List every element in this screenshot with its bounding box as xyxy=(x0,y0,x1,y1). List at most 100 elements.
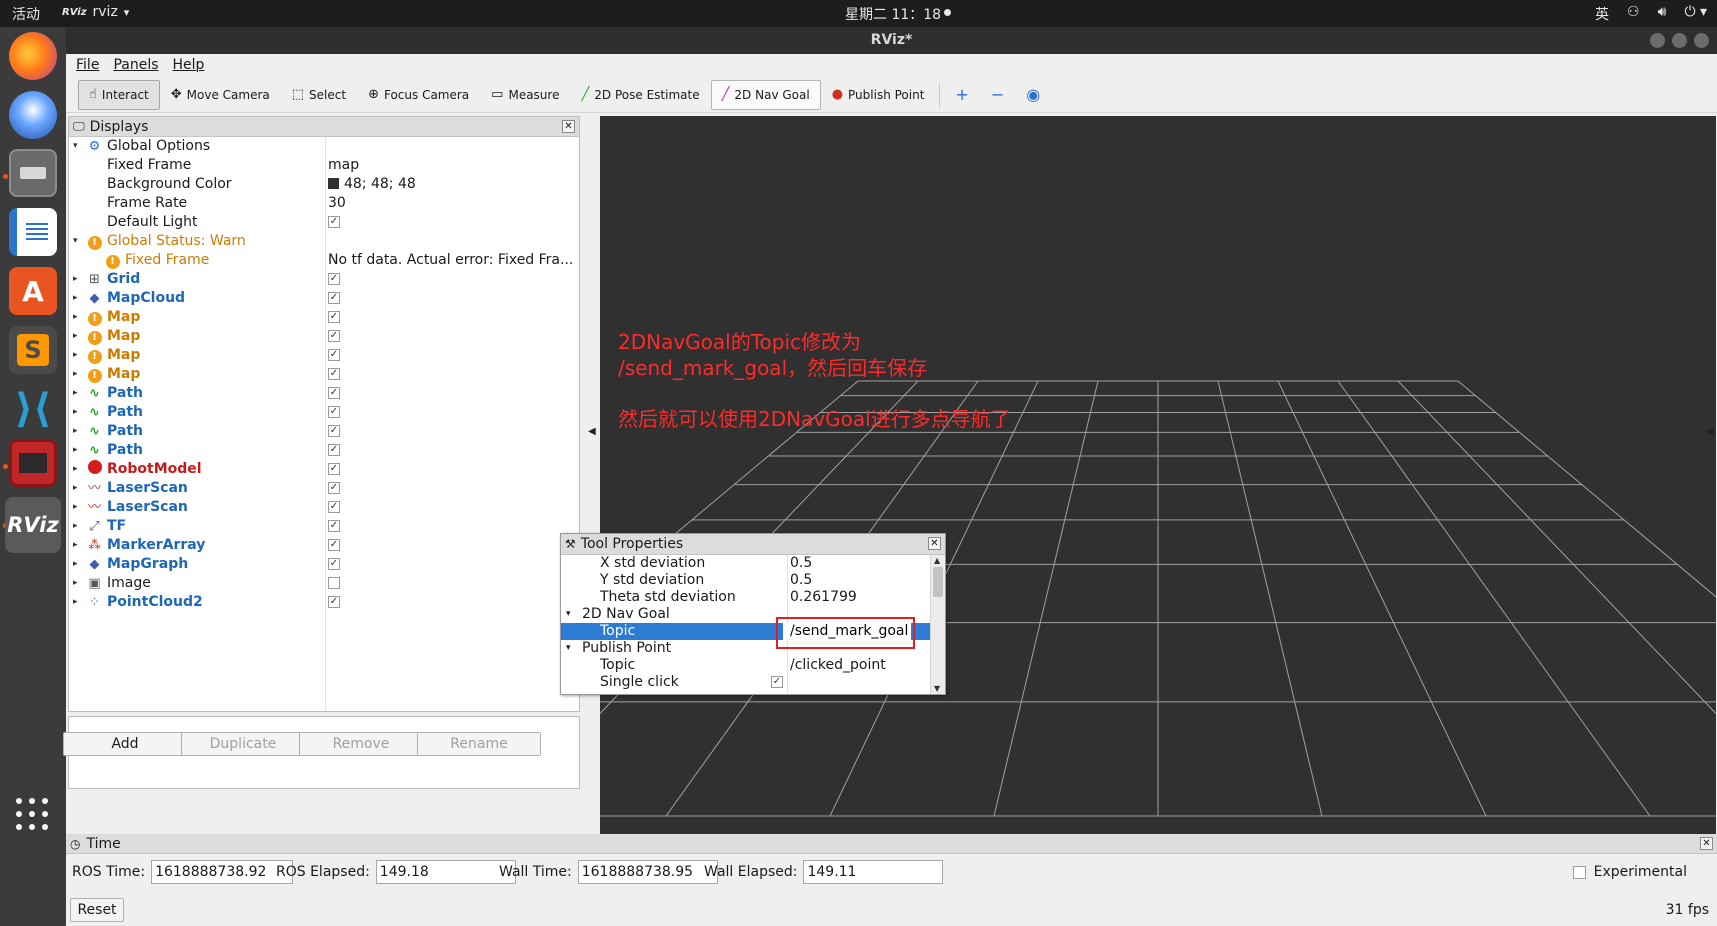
add-display-button[interactable]: Add xyxy=(63,732,187,756)
maximize-button[interactable] xyxy=(1672,33,1687,48)
close-icon[interactable]: ✕ xyxy=(1700,837,1713,850)
display-row[interactable]: Fixed Frame map xyxy=(69,156,579,175)
single-click-checkbox[interactable]: ✓ xyxy=(771,676,783,688)
scroll-down-icon[interactable]: ▼ xyxy=(934,684,940,693)
display-row[interactable]: Background Color 48; 48; 48 xyxy=(69,175,579,194)
close-button[interactable] xyxy=(1694,33,1709,48)
collapse-arrow-icon[interactable]: ▸ xyxy=(73,365,78,384)
display-row[interactable]: ▸! Map ✓ xyxy=(69,346,579,365)
display-row-value[interactable]: 30 xyxy=(328,194,346,213)
menu-panels[interactable]: Panels xyxy=(113,54,158,76)
collapse-right-icon[interactable]: ◀ xyxy=(1706,426,1714,437)
display-row[interactable]: Default Light ✓ xyxy=(69,213,579,232)
experimental-checkbox[interactable] xyxy=(1572,865,1586,879)
terminal-icon[interactable] xyxy=(9,439,57,487)
collapse-left-icon[interactable]: ◀ xyxy=(588,426,596,437)
enabled-checkbox[interactable]: ✓ xyxy=(328,349,340,361)
thunderbird-icon[interactable] xyxy=(9,91,57,139)
display-row[interactable]: ▸ RobotModel ✓ xyxy=(69,460,579,479)
network-icon[interactable]: ⚇ xyxy=(1627,4,1640,24)
display-row-value[interactable]: 48; 48; 48 xyxy=(328,175,416,194)
close-icon[interactable]: ✕ xyxy=(562,120,575,133)
collapse-arrow-icon[interactable]: ▸ xyxy=(73,593,78,612)
display-row[interactable]: ▾ ⚙ Global Options xyxy=(69,137,579,156)
remove-display-button[interactable]: Remove xyxy=(299,732,423,756)
property-row[interactable]: Topic/clicked_point xyxy=(561,657,945,674)
tool-select[interactable]: ⬚ Select xyxy=(281,80,357,110)
software-icon[interactable]: A xyxy=(9,267,57,315)
tool-2d-nav-goal[interactable]: ╱ 2D Nav Goal xyxy=(710,79,821,110)
collapse-arrow-icon[interactable]: ▸ xyxy=(73,460,78,479)
volume-icon[interactable]: 🔊︎ xyxy=(1658,4,1667,24)
displays-panel-header[interactable]: 🖵︎ Displays ✕ xyxy=(69,117,579,137)
scrollbar-thumb[interactable] xyxy=(933,567,943,597)
property-value[interactable]: 0.261799 xyxy=(790,589,857,606)
expand-arrow-icon[interactable]: ▾ xyxy=(566,640,571,657)
property-row[interactable]: Y std deviation 0.5 xyxy=(561,572,945,589)
expand-arrow-icon[interactable]: ▾ xyxy=(73,232,78,251)
minimize-button[interactable] xyxy=(1650,33,1665,48)
collapse-arrow-icon[interactable]: ▸ xyxy=(73,327,78,346)
collapse-arrow-icon[interactable]: ▸ xyxy=(73,574,78,593)
enabled-checkbox[interactable]: ✓ xyxy=(328,482,340,494)
display-row-value[interactable]: map xyxy=(328,156,359,175)
files-icon[interactable] xyxy=(9,149,57,197)
display-row[interactable]: ▸ ⁂ MarkerArray ✓ xyxy=(69,536,579,555)
enabled-checkbox[interactable] xyxy=(328,577,340,589)
display-row[interactable]: ▸ ∿ Path ✓ xyxy=(69,422,579,441)
clock[interactable]: 星期二 11：18 xyxy=(845,4,952,24)
enabled-checkbox[interactable]: ✓ xyxy=(328,596,340,608)
display-row[interactable]: ▸ ◆ MapGraph ✓ xyxy=(69,555,579,574)
vertical-scrollbar[interactable]: ▲ ▼ xyxy=(930,555,945,694)
property-value[interactable]: 0.5 xyxy=(790,555,812,572)
collapse-arrow-icon[interactable]: ▸ xyxy=(73,517,78,536)
vscode-icon[interactable]: ⟩⟨ xyxy=(9,385,57,433)
scroll-up-icon[interactable]: ▲ xyxy=(934,556,940,565)
experimental-toggle[interactable]: Experimental xyxy=(1572,864,1687,880)
enabled-checkbox[interactable]: ✓ xyxy=(328,406,340,418)
display-row[interactable]: ▸! Map ✓ xyxy=(69,365,579,384)
system-tray[interactable]: 英 ⚇ 🔊︎ ⏻ ▾ xyxy=(1595,4,1707,24)
menu-file[interactable]: File xyxy=(76,54,99,76)
add-tool-icon[interactable]: + xyxy=(944,80,979,110)
reset-button[interactable]: Reset xyxy=(70,898,124,922)
display-row-value[interactable]: No tf data. Actual error: Fixed Fra... xyxy=(328,251,573,270)
tool-properties-header[interactable]: ⚒ Tool Properties ✕ xyxy=(561,534,945,555)
display-row[interactable]: ▸ 〰 LaserScan ✓ xyxy=(69,479,579,498)
tool-publish-point[interactable]: ● Publish Point xyxy=(821,80,936,110)
property-value[interactable]: 0.5 xyxy=(790,572,812,589)
property-row[interactable]: X std deviation 0.5 xyxy=(561,555,945,572)
tool-focus-camera[interactable]: ⊕ Focus Camera xyxy=(357,80,480,110)
menu-help[interactable]: Help xyxy=(173,54,205,76)
enabled-checkbox[interactable]: ✓ xyxy=(328,425,340,437)
enabled-checkbox[interactable]: ✓ xyxy=(328,292,340,304)
display-row[interactable]: ▸ 〰 LaserScan ✓ xyxy=(69,498,579,517)
collapse-arrow-icon[interactable]: ▸ xyxy=(73,346,78,365)
display-row[interactable]: Frame Rate 30 xyxy=(69,194,579,213)
rename-display-button[interactable]: Rename xyxy=(417,732,541,756)
tool-interact[interactable]: ☝ Interact xyxy=(78,79,160,110)
property-row[interactable]: Theta std deviation 0.261799 xyxy=(561,589,945,606)
rviz-icon[interactable]: RViz xyxy=(5,497,61,553)
display-row[interactable]: ▸ ∿ Path ✓ xyxy=(69,441,579,460)
window-title-bar[interactable]: RViz* xyxy=(66,27,1717,54)
ros-elapsed-field[interactable]: 149.18 xyxy=(375,860,516,884)
property-row[interactable]: Single click ✓ xyxy=(561,674,945,691)
tool-measure[interactable]: ▭ Measure xyxy=(480,80,570,110)
display-row[interactable]: ▾! Global Status: Warn xyxy=(69,232,579,251)
3d-render-view[interactable]: 2DNavGoal的Topic修改为 /send_mark_goal，然后回车保… xyxy=(600,116,1716,834)
writer-icon[interactable] xyxy=(9,208,57,256)
enabled-checkbox[interactable]: ✓ xyxy=(328,558,340,570)
collapse-arrow-icon[interactable]: ▸ xyxy=(73,555,78,574)
display-row[interactable]: ▸! Map ✓ xyxy=(69,308,579,327)
display-row[interactable]: ▸! Map ✓ xyxy=(69,327,579,346)
property-value[interactable]: /clicked_point xyxy=(790,657,886,674)
collapse-arrow-icon[interactable]: ▸ xyxy=(73,498,78,517)
power-icon[interactable]: ⏻ ▾ xyxy=(1684,4,1707,24)
collapse-arrow-icon[interactable]: ▸ xyxy=(73,441,78,460)
show-apps-icon[interactable] xyxy=(16,798,50,832)
close-icon[interactable]: ✕ xyxy=(928,537,941,550)
enabled-checkbox[interactable]: ✓ xyxy=(328,539,340,551)
enabled-checkbox[interactable]: ✓ xyxy=(328,444,340,456)
display-row[interactable]: ▸ ▣ Image xyxy=(69,574,579,593)
